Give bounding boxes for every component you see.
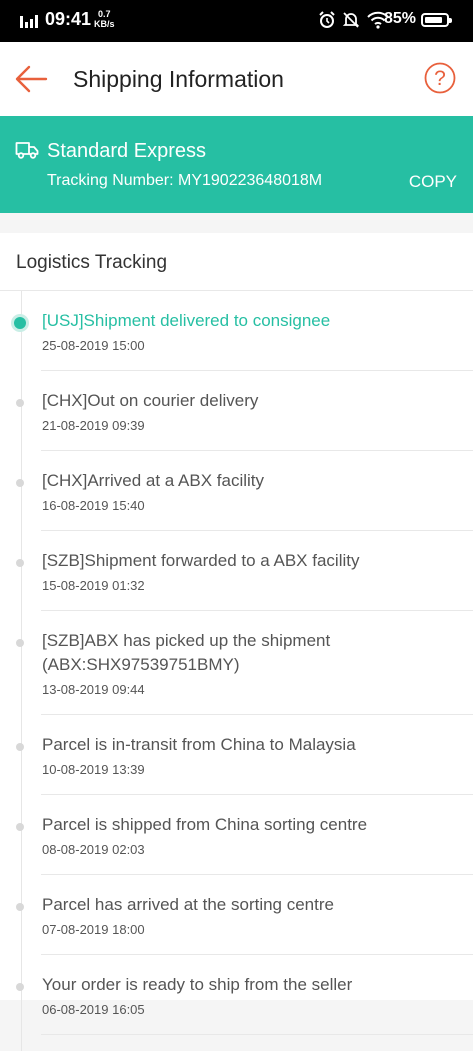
tracking-event: [CHX]Out on courier delivery 21-08-2019 0… xyxy=(16,371,473,451)
event-timestamp: 07-08-2019 18:00 xyxy=(42,922,145,937)
event-description: [SZB]Shipment forwarded to a ABX facilit… xyxy=(42,551,360,570)
event-timestamp: 25-08-2019 15:00 xyxy=(42,338,145,353)
tracking-event: Parcel is shipped from China sorting cen… xyxy=(16,795,473,875)
page-title: Shipping Information xyxy=(73,66,284,92)
status-time: 09:41 xyxy=(45,9,92,29)
event-timestamp: 08-08-2019 02:03 xyxy=(42,842,145,857)
event-description: [CHX]Arrived at a ABX facility xyxy=(42,471,265,490)
signal-icon xyxy=(20,14,40,33)
help-button[interactable]: ? xyxy=(424,62,456,94)
battery-level xyxy=(425,17,442,23)
status-icons xyxy=(318,11,391,29)
event-description: Parcel is in-transit from China to Malay… xyxy=(42,735,356,754)
tracking-event: Parcel is in-transit from China to Malay… xyxy=(16,715,473,795)
help-icon: ? xyxy=(424,62,456,94)
event-timestamp: 06-08-2019 16:05 xyxy=(42,1002,145,1017)
status-dot xyxy=(16,823,24,831)
event-description: Your order is ready to ship from the sel… xyxy=(42,975,353,994)
status-dot xyxy=(16,903,24,911)
event-timestamp: 16-08-2019 15:40 xyxy=(42,498,145,513)
event-description: [CHX]Out on courier delivery xyxy=(42,391,259,410)
svg-text:?: ? xyxy=(434,67,446,90)
status-dot xyxy=(16,399,24,407)
event-timestamp: 13-08-2019 09:44 xyxy=(42,682,145,697)
copy-button[interactable]: COPY xyxy=(409,172,457,192)
tracking-event: [SZB]ABX has picked up the shipment (ABX… xyxy=(16,611,473,715)
status-dot xyxy=(16,559,24,567)
shipping-banner: Standard Express Tracking Number: MY1902… xyxy=(0,116,473,213)
event-description: [USJ]Shipment delivered to consignee xyxy=(42,311,331,330)
battery-icon xyxy=(421,13,452,27)
event-timestamp: 10-08-2019 13:39 xyxy=(42,762,145,777)
back-arrow-icon xyxy=(15,65,48,93)
tracking-event: [USJ]Shipment delivered to consignee 25-0… xyxy=(14,291,473,371)
network-speed-value: 0.7 xyxy=(98,9,111,19)
tracking-event: Parcel has arrived at the sorting centre… xyxy=(16,875,473,955)
tracking-timeline: [USJ]Shipment delivered to consignee 25-0… xyxy=(0,291,473,1051)
event-timestamp: 21-08-2019 09:39 xyxy=(42,418,145,433)
tracking-event: [SZB]Shipment forwarded to a ABX facilit… xyxy=(16,531,473,611)
back-button[interactable] xyxy=(14,64,50,94)
network-speed: 0.7 KB/s xyxy=(94,9,115,29)
tracking-event: Your order is ready to ship from the sel… xyxy=(16,955,473,1035)
tracking-event: [CHX]Arrived at a ABX facility 16-08-2019… xyxy=(16,451,473,531)
tracking-number: Tracking Number: MY190223648018M xyxy=(47,172,323,189)
app-header: Shipping Information ? xyxy=(0,42,473,116)
truck-icon xyxy=(15,140,39,165)
status-dot xyxy=(16,743,24,751)
status-dot xyxy=(16,983,24,991)
battery-percent: 85% xyxy=(384,10,417,27)
mute-icon xyxy=(343,12,360,28)
status-dot xyxy=(16,639,24,647)
logistics-tracking-card: Logistics Tracking [USJ]Shipment deliver… xyxy=(0,233,473,1051)
event-description: Parcel is shipped from China sorting cen… xyxy=(42,815,368,834)
logistics-title: Logistics Tracking xyxy=(16,252,168,273)
status-dot xyxy=(16,479,24,487)
network-speed-unit: KB/s xyxy=(94,19,115,29)
event-timestamp: 15-08-2019 01:32 xyxy=(42,578,145,593)
status-bar: 09:41 0.7 KB/s 85% xyxy=(0,0,473,42)
event-description: Parcel has arrived at the sorting centre xyxy=(42,895,334,914)
current-status-dot xyxy=(14,317,26,329)
alarm-icon xyxy=(319,11,335,28)
event-description: [SZB]ABX has picked up the shipment (ABX… xyxy=(42,631,331,674)
shipping-service: Standard Express xyxy=(47,140,206,162)
